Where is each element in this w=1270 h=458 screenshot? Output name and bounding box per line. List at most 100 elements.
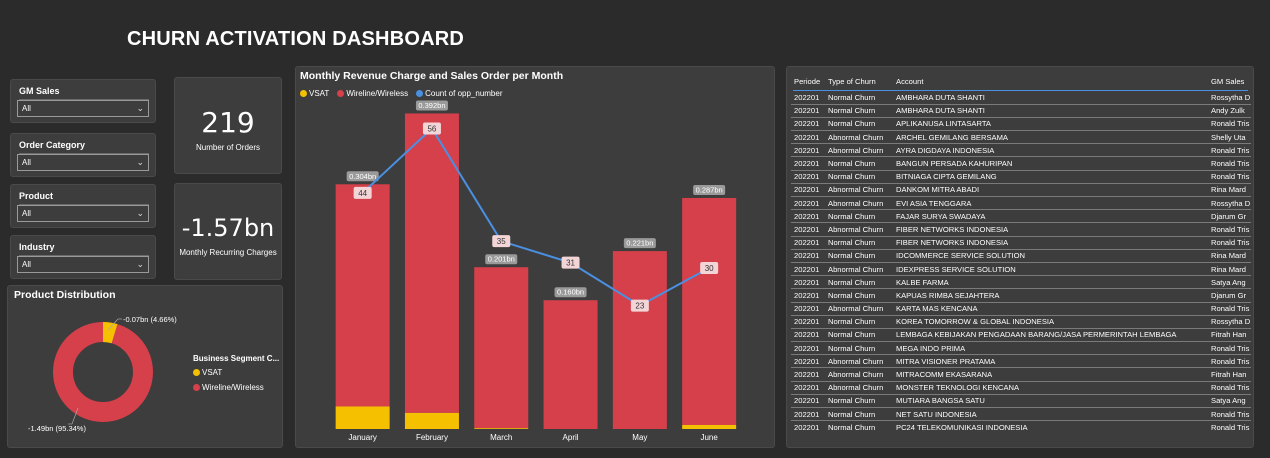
cell-gm-sales: Shelly Uta: [1208, 130, 1251, 145]
cell-gm-sales: Ronald Tris: [1208, 222, 1251, 237]
table-row[interactable]: 202201 Abnormal Churn MITRA VISIONER PRATA…: [791, 354, 1251, 369]
cell-type: Abnormal Churn: [825, 302, 893, 316]
table-row[interactable]: 202201 Normal Churn KAPUAS RIMBA SEJAHTERA…: [791, 288, 1251, 303]
cell-periode: 202201: [791, 222, 825, 237]
cell-periode: 202201: [791, 367, 825, 382]
table-row[interactable]: 202201 Normal Churn KALBE FARMA Satya Ang: [791, 275, 1251, 290]
total-data-label: 0.304bn: [349, 172, 376, 181]
table-row[interactable]: 202201 Abnormal Churn KARTA MAS KENCANA Ron…: [791, 302, 1251, 316]
cell-account: IDEXPRESS SERVICE SOLUTION: [893, 262, 1208, 277]
cell-type: Abnormal Churn: [825, 196, 893, 211]
dashboard-title: CHURN ACTIVATION DASHBOARD: [127, 28, 465, 50]
slicer-industry[interactable]: Industry All ⌄: [10, 235, 156, 279]
table-row[interactable]: 202201 Normal Churn BITNIAGA CIPTA GEMILAN…: [791, 170, 1251, 184]
bar-vsat[interactable]: [335, 406, 390, 429]
cell-type: Normal Churn: [825, 236, 893, 250]
cell-gm-sales: Rossytha D: [1208, 315, 1251, 329]
table-row[interactable]: 202201 Normal Churn MEGA INDO PRIMA Ronald …: [791, 341, 1251, 356]
slicer-dropdown[interactable]: All ⌄: [17, 205, 149, 222]
cell-gm-sales: Djarum Gr: [1208, 288, 1251, 303]
slicer-order-category[interactable]: Order Category All ⌄: [10, 133, 156, 177]
cell-gm-sales: Ronald Tris: [1208, 143, 1251, 158]
table-row[interactable]: 202201 Normal Churn IDCOMMERCE SERVICE SOL…: [791, 249, 1251, 263]
cell-account: KOREA TOMORROW & GLOBAL INDONESIA: [893, 315, 1208, 329]
column-header-account[interactable]: Account: [893, 71, 1208, 91]
cell-gm-sales: Andy Zulk: [1208, 104, 1251, 118]
cell-periode: 202201: [791, 275, 825, 290]
bar-wireline[interactable]: [543, 300, 598, 429]
cell-type: Normal Churn: [825, 275, 893, 290]
cell-type: Abnormal Churn: [825, 367, 893, 382]
bar-wireline[interactable]: [474, 267, 529, 429]
table-row[interactable]: 202201 Abnormal Churn ARCHEL GEMILANG BERS…: [791, 130, 1251, 145]
bar-vsat[interactable]: [682, 424, 737, 429]
column-header-type[interactable]: Type of Churn: [825, 71, 893, 91]
x-tick-label: January: [348, 433, 376, 442]
table-row[interactable]: 202201 Normal Churn FIBER NETWORKS INDONES…: [791, 236, 1251, 250]
cell-gm-sales: Ronald Tris: [1208, 236, 1251, 250]
table-header-row: Periode Type of Churn Account GM Sales: [791, 71, 1251, 91]
cell-type: Abnormal Churn: [825, 354, 893, 369]
donut-slice-wireline[interactable]: [53, 322, 153, 422]
cell-account: FAJAR SURYA SWADAYA: [893, 209, 1208, 224]
slicer-product[interactable]: Product All ⌄: [10, 184, 156, 228]
bar-vsat[interactable]: [404, 412, 459, 429]
table-row[interactable]: 202201 Normal Churn AMBHARA DUTA SHANTI Ros…: [791, 91, 1251, 105]
column-header-gm-sales[interactable]: GM Sales: [1208, 71, 1251, 91]
slicer-dropdown[interactable]: All ⌄: [17, 100, 149, 117]
cell-account: KAPUAS RIMBA SEJAHTERA: [893, 288, 1208, 303]
x-tick-label: March: [490, 433, 512, 442]
column-header-periode[interactable]: Periode: [791, 71, 825, 91]
cell-account: BITNIAGA CIPTA GEMILANG: [893, 170, 1208, 184]
cell-periode: 202201: [791, 183, 825, 198]
table-row[interactable]: 202201 Normal Churn BANGUN PERSADA KAHURIP…: [791, 156, 1251, 171]
count-data-label: 35: [497, 237, 506, 246]
bar-vsat[interactable]: [474, 428, 529, 429]
cell-gm-sales: Ronald Tris: [1208, 381, 1251, 395]
table-row[interactable]: 202201 Normal Churn PC24 TELEKOMUNIKASI IN…: [791, 420, 1251, 433]
table-row[interactable]: 202201 Abnormal Churn EVI ASIA TENGGARA Ros…: [791, 196, 1251, 211]
table-row[interactable]: 202201 Normal Churn LEMBAGA KEBIJAKAN PENG…: [791, 328, 1251, 343]
bar-wireline[interactable]: [682, 197, 737, 425]
cell-account: PC24 TELEKOMUNIKASI INDONESIA: [893, 420, 1208, 433]
cell-periode: 202201: [791, 315, 825, 329]
slicer-dropdown[interactable]: All ⌄: [17, 256, 149, 273]
cell-account: MITRA VISIONER PRATAMA: [893, 354, 1208, 369]
table-row[interactable]: 202201 Normal Churn KOREA TOMORROW & GLOBA…: [791, 315, 1251, 329]
bar-wireline[interactable]: [335, 184, 390, 407]
cell-gm-sales: Ronald Tris: [1208, 302, 1251, 316]
cell-account: DANKOM MITRA ABADI: [893, 183, 1208, 198]
cell-gm-sales: Ronald Tris: [1208, 354, 1251, 369]
cell-type: Normal Churn: [825, 117, 893, 132]
total-data-label: 0.201bn: [488, 255, 515, 264]
table-row[interactable]: 202201 Abnormal Churn MONSTER TEKNOLOGI KE…: [791, 381, 1251, 395]
product-distribution-panel: Product Distribution -0.07bn (4.66%) -1.…: [7, 285, 283, 448]
total-data-label: 0.392bn: [418, 101, 445, 110]
legend-label: VSAT: [202, 368, 223, 377]
count-data-label: 56: [427, 124, 436, 133]
table-row[interactable]: 202201 Normal Churn NET SATU INDONESIA Rona…: [791, 407, 1251, 422]
slicer-dropdown[interactable]: All ⌄: [17, 154, 149, 171]
legend-item-wireline[interactable]: Wireline/Wireless: [193, 383, 264, 392]
table-row[interactable]: 202201 Abnormal Churn DANKOM MITRA ABADI Ri…: [791, 183, 1251, 198]
bar-wireline[interactable]: [612, 251, 667, 429]
table-row[interactable]: 202201 Normal Churn AMBHARA DUTA SHANTI And…: [791, 104, 1251, 118]
table-row[interactable]: 202201 Normal Churn FAJAR SURYA SWADAYA Dja…: [791, 209, 1251, 224]
legend-item-vsat[interactable]: VSAT: [193, 368, 222, 377]
slicer-gm-sales[interactable]: GM Sales All ⌄: [10, 79, 156, 123]
cell-type: Abnormal Churn: [825, 143, 893, 158]
table-row[interactable]: 202201 Abnormal Churn FIBER NETWORKS INDON…: [791, 222, 1251, 237]
cell-type: Normal Churn: [825, 249, 893, 263]
cell-gm-sales: Fitrah Han: [1208, 328, 1251, 343]
table-row[interactable]: 202201 Normal Churn MUTIARA BANGSA SATU Sat…: [791, 394, 1251, 409]
cell-account: LEMBAGA KEBIJAKAN PENGADAAN BARANG/JASA …: [893, 328, 1208, 343]
table-row[interactable]: 202201 Abnormal Churn IDEXPRESS SERVICE SO…: [791, 262, 1251, 277]
cell-account: AMBHARA DUTA SHANTI: [893, 91, 1208, 105]
table-row[interactable]: 202201 Abnormal Churn AYRA DIGDAYA INDONES…: [791, 143, 1251, 158]
cell-account: AYRA DIGDAYA INDONESIA: [893, 143, 1208, 158]
cell-type: Normal Churn: [825, 420, 893, 433]
table-row[interactable]: 202201 Abnormal Churn MITRACOMM EKASARANA F…: [791, 367, 1251, 382]
cell-gm-sales: Ronald Tris: [1208, 170, 1251, 184]
table-row[interactable]: 202201 Normal Churn APLIKANUSA LINTASARTA R…: [791, 117, 1251, 132]
cell-account: FIBER NETWORKS INDONESIA: [893, 222, 1208, 237]
